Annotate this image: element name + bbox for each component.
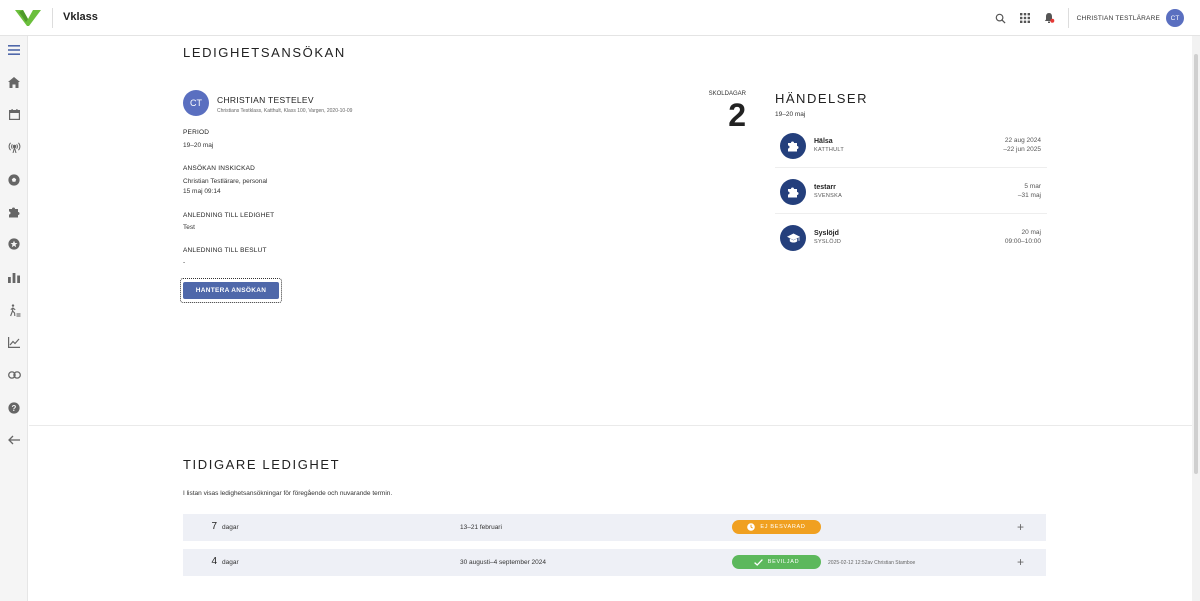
decision-label: ANLEDNING TILL BESLUT bbox=[183, 247, 267, 254]
menu-icon[interactable] bbox=[4, 40, 24, 60]
event-date: 22 aug 2024 –22 jun 2025 bbox=[1003, 136, 1041, 154]
leave-row[interactable]: 7 dagar 13–21 februari EJ BESVARAD + bbox=[183, 514, 1046, 541]
scrollbar-thumb[interactable] bbox=[1194, 54, 1198, 474]
leave-period: 30 augusti–4 september 2024 bbox=[460, 559, 547, 566]
link-icon[interactable] bbox=[4, 365, 24, 385]
status-label: BEVILJAD bbox=[767, 559, 800, 565]
event-name: testarr bbox=[814, 184, 836, 191]
notification-bell-icon[interactable] bbox=[1038, 7, 1060, 29]
clock-icon bbox=[747, 523, 756, 531]
vklass-logo[interactable] bbox=[14, 8, 42, 28]
arrow-back-icon[interactable] bbox=[4, 430, 24, 450]
event-date-start: 22 aug 2024 bbox=[1004, 137, 1041, 144]
submitted-by: Christian Testlärare, personal bbox=[183, 178, 268, 185]
decision-meta: 2025-02-12 12:52av Christian Stamboe bbox=[828, 560, 916, 566]
reason-label: ANLEDNING TILL LEDIGHET bbox=[183, 212, 275, 219]
football-icon[interactable] bbox=[4, 170, 24, 190]
puzzle-icon[interactable] bbox=[4, 202, 24, 222]
event-date-start: 5 mar bbox=[1024, 183, 1041, 190]
leave-period: 13–21 februari bbox=[460, 524, 502, 531]
status-badge: BEVILJAD bbox=[732, 555, 821, 569]
previous-leave-title: TIDIGARE LEDIGHET bbox=[183, 457, 341, 472]
help-icon[interactable]: ? bbox=[4, 398, 24, 418]
user-name[interactable]: CHRISTIAN TESTLÄRARE bbox=[1077, 15, 1160, 22]
puzzle-icon bbox=[780, 179, 806, 205]
walking-person-icon[interactable] bbox=[4, 300, 24, 320]
event-date-end: 09:00–10:00 bbox=[1004, 238, 1041, 245]
page-title: LEDIGHETSANSÖKAN bbox=[183, 45, 346, 60]
event-item[interactable]: Hälsa KATTHULT 22 aug 2024 –22 jun 2025 bbox=[775, 126, 1047, 168]
leave-days-unit: dagar bbox=[222, 559, 239, 566]
event-date: 5 mar –31 maj bbox=[1018, 182, 1041, 200]
school-days-value: 2 bbox=[728, 97, 746, 133]
event-item[interactable]: testarr SVENSKA 5 mar –31 maj bbox=[775, 172, 1047, 214]
status-badge: EJ BESVARAD bbox=[732, 520, 821, 534]
status-label: EJ BESVARAD bbox=[760, 524, 806, 530]
bar-chart-icon[interactable] bbox=[4, 267, 24, 287]
student-avatar: CT bbox=[183, 90, 209, 116]
leave-days: 7 bbox=[211, 521, 217, 532]
event-name: Hälsa bbox=[814, 138, 833, 145]
app-title[interactable]: Vklass bbox=[63, 11, 98, 23]
home-icon[interactable] bbox=[4, 72, 24, 92]
previous-leave-description: I listan visas ledighetsansökningar för … bbox=[183, 490, 393, 497]
reason-value: Test bbox=[183, 224, 195, 231]
header-divider bbox=[1067, 8, 1069, 28]
event-date-start: 20 maj bbox=[1021, 229, 1041, 236]
section-divider bbox=[29, 425, 1192, 426]
event-name: Syslöjd bbox=[814, 230, 839, 237]
expand-plus-icon[interactable]: + bbox=[1017, 555, 1024, 569]
student-subtitle: Christians Testklass, Katthult, Klass 10… bbox=[217, 108, 353, 114]
period-value: 19–20 maj bbox=[183, 142, 214, 149]
svg-text:?: ? bbox=[12, 404, 17, 413]
decision-value: - bbox=[183, 259, 186, 266]
check-icon bbox=[753, 558, 763, 566]
puzzle-icon bbox=[780, 133, 806, 159]
top-actions: CHRISTIAN TESTLÄRARE CT bbox=[990, 0, 1200, 36]
expand-plus-icon[interactable]: + bbox=[1017, 520, 1024, 534]
scrollbar[interactable] bbox=[1192, 36, 1200, 601]
event-item[interactable]: Syslöjd SYSLÖJD 20 maj 09:00–10:00 bbox=[775, 218, 1047, 260]
star-badge-icon[interactable] bbox=[4, 234, 24, 254]
event-date-end: –31 maj bbox=[1017, 192, 1041, 199]
handle-application-button[interactable]: HANTERA ANSÖKAN bbox=[183, 282, 279, 299]
search-icon[interactable] bbox=[990, 7, 1012, 29]
line-chart-icon[interactable] bbox=[4, 332, 24, 352]
leave-days-unit: dagar bbox=[222, 524, 239, 531]
event-date-end: –22 jun 2025 bbox=[1003, 146, 1041, 153]
logo-divider bbox=[52, 8, 53, 28]
leave-row[interactable]: 4 dagar 30 augusti–4 september 2024 BEVI… bbox=[183, 549, 1046, 576]
calendar-icon[interactable] bbox=[4, 104, 24, 124]
top-bar: Vklass CHRISTIAN TESTLÄRARE CT bbox=[0, 0, 1200, 36]
graduation-cap-icon bbox=[780, 225, 806, 251]
period-label: PERIOD bbox=[183, 129, 210, 136]
main-content: LEDIGHETSANSÖKAN CT CHRISTIAN TESTELEV C… bbox=[29, 37, 1192, 601]
event-subtitle: SVENSKA bbox=[814, 193, 843, 199]
event-subtitle: SYSLÖJD bbox=[814, 239, 842, 245]
sidebar: ? bbox=[0, 36, 28, 601]
submitted-at: 15 maj 09:14 bbox=[183, 188, 221, 195]
apps-grid-icon[interactable] bbox=[1014, 7, 1036, 29]
broadcast-icon[interactable] bbox=[4, 137, 24, 157]
event-date: 20 maj 09:00–10:00 bbox=[1005, 228, 1041, 246]
events-subtitle: 19–20 maj bbox=[775, 111, 806, 118]
leave-days: 4 bbox=[211, 556, 217, 567]
user-avatar[interactable]: CT bbox=[1166, 9, 1184, 27]
event-subtitle: KATTHULT bbox=[814, 147, 845, 153]
student-name: CHRISTIAN TESTELEV bbox=[217, 95, 314, 105]
events-title: HÄNDELSER bbox=[775, 91, 868, 106]
submitted-label: ANSÖKAN INSKICKAD bbox=[183, 165, 256, 172]
